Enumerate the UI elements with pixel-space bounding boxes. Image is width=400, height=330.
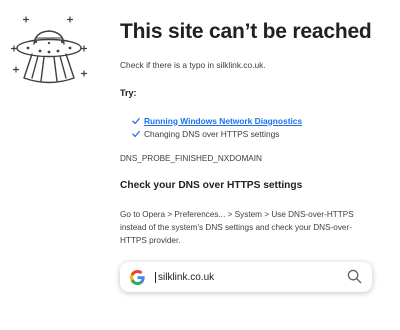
google-logo-icon (130, 269, 145, 285)
list-item: Changing DNS over HTTPS settings (132, 127, 302, 140)
network-diagnostics-link[interactable]: Running Windows Network Diagnostics (144, 116, 302, 126)
error-content: This site can’t be reached Check if ther… (120, 20, 390, 245)
checkmark-icon (132, 130, 140, 137)
try-heading: Try: (120, 88, 137, 98)
dns-settings-suggestion: Changing DNS over HTTPS settings (144, 128, 280, 139)
list-item[interactable]: Running Windows Network Diagnostics (132, 114, 302, 127)
error-page: This site can’t be reached Check if ther… (0, 0, 400, 330)
ufo-illustration-icon (10, 16, 88, 84)
search-box[interactable] (120, 262, 372, 292)
search-icon[interactable] (347, 269, 362, 284)
dns-help-description: Go to Opera > Preferences... > System > … (120, 210, 354, 245)
dns-help-title: Check your DNS over HTTPS settings (120, 180, 303, 191)
search-input[interactable] (155, 271, 328, 283)
error-title: This site can’t be reached (120, 20, 372, 43)
error-code: DNS_PROBE_FINISHED_NXDOMAIN (120, 154, 262, 163)
typo-message: Check if there is a typo in silklink.co.… (120, 60, 266, 70)
suggestion-list: Running Windows Network Diagnostics Chan… (132, 114, 302, 140)
checkmark-icon (132, 117, 140, 124)
